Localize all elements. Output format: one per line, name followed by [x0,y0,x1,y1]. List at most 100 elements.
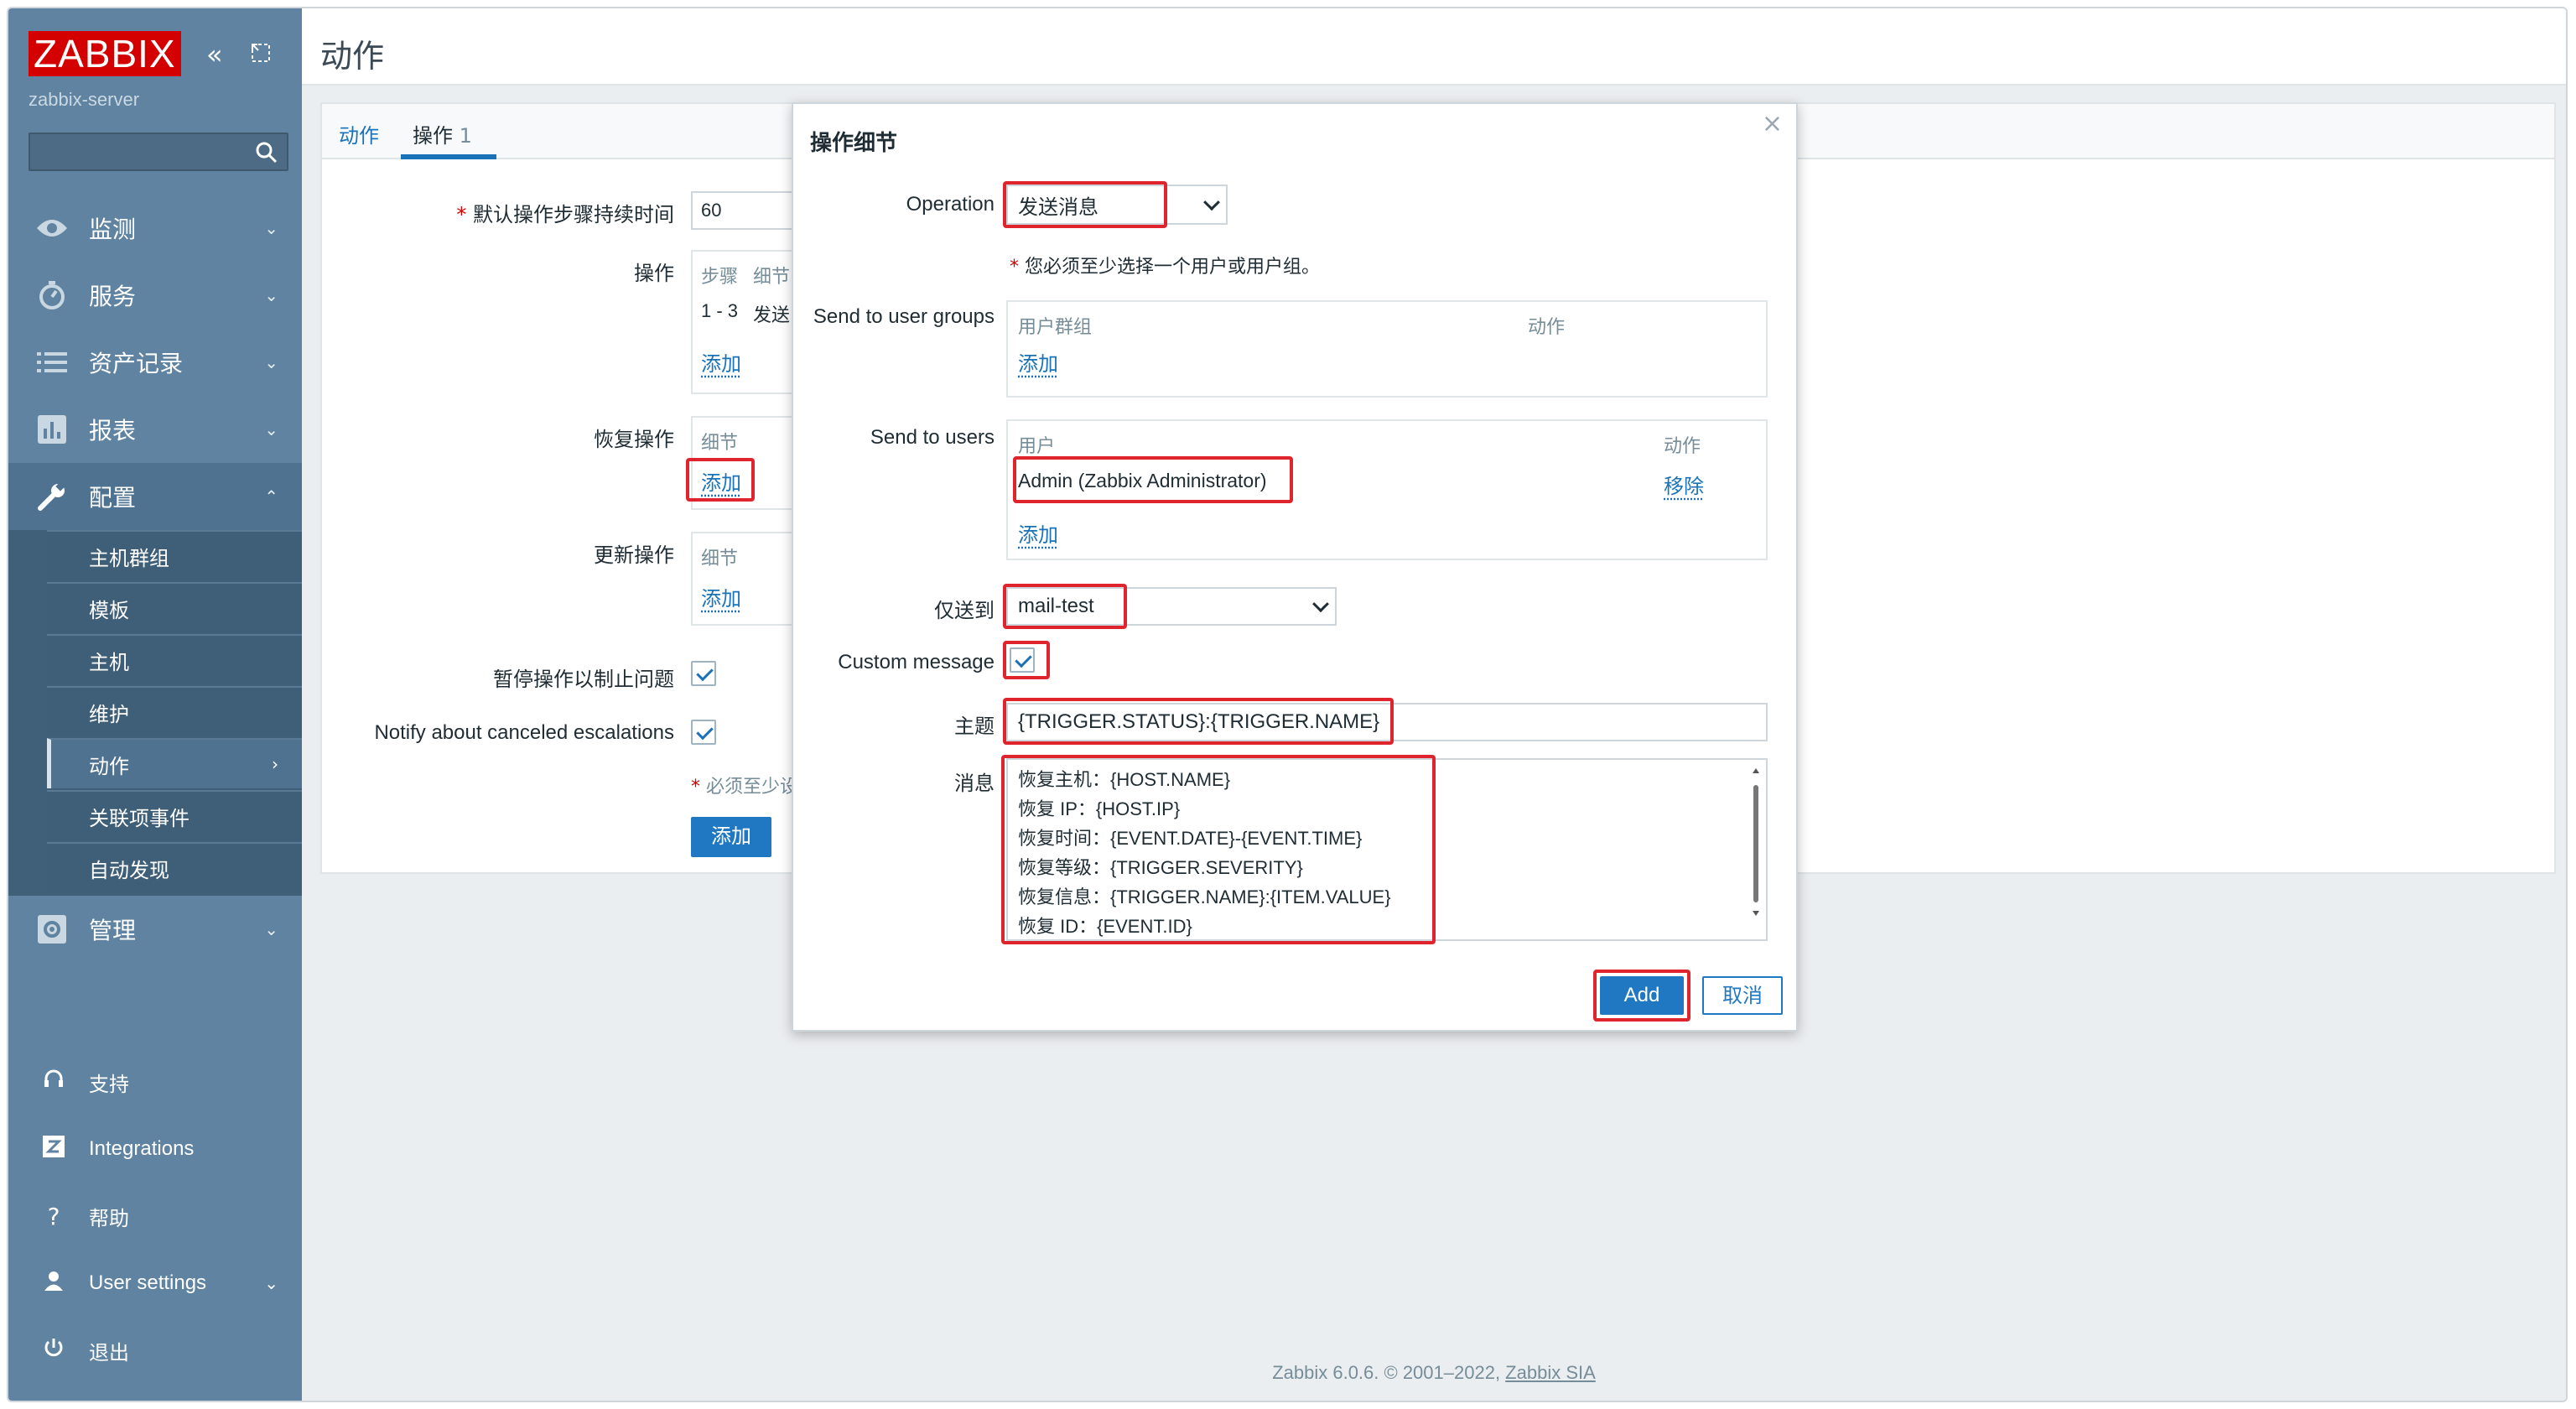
cancel-button[interactable]: 取消 [1702,976,1783,1015]
chevron-down-icon: ⌄ [264,419,278,439]
sidebar: ZABBIX « zabbix-server 监测 ⌄ 服务 ⌄ 资产记录 ⌄ [8,8,302,1401]
required-hint: * 您必须至少选择一个用户或用户组。 [1010,257,1321,278]
col-action: 动作 [1528,317,1566,338]
sidebar-item-administration[interactable]: 管理 ⌄ [8,896,302,963]
tab-operations[interactable]: 操作 1 [413,119,472,148]
close-icon[interactable]: × [1762,109,1783,138]
sidebar-item-services[interactable]: 服务 ⌄ [8,262,302,329]
sidebar-item-reports[interactable]: 报表 ⌄ [8,396,302,463]
operation-select[interactable]: 发送消息 [1006,185,1228,225]
sidebar-item-integrations[interactable]: Integrations [8,1115,302,1183]
sidebar-item-support[interactable]: 支持 [8,1048,302,1115]
sidebar-item-sign-out[interactable]: 退出 [8,1317,302,1384]
pause-checkbox[interactable] [691,661,716,686]
sidebar-item-event-correlation[interactable]: 关联项事件 [47,790,302,840]
sidebar-item-user-settings[interactable]: User settings ⌄ [8,1250,302,1317]
collapse-sidebar-icon[interactable]: « [206,39,223,70]
users-table: 用户 动作 Admin (Zabbix Administrator) 移除 添加 [1006,419,1768,560]
add-user-link[interactable]: 添加 [1018,518,1058,548]
pause-label: 暂停操作以制止问题 [493,668,674,691]
headset-icon [39,1068,69,1096]
search-icon[interactable] [255,141,278,169]
sidebar-item-inventory[interactable]: 资产记录 ⌄ [8,329,302,396]
dialog-title: 操作细节 [810,131,898,156]
operations-table: 步骤 细节 1 - 3 发送 添加 [691,250,808,394]
col-details: 细节 [753,267,791,288]
page-title: 动作 [320,38,385,75]
sidebar-item-configuration[interactable]: 配置 ⌃ [8,463,302,530]
custom-message-label: Custom message [838,651,995,673]
z-icon [39,1135,69,1163]
col-user-group: 用户群组 [1018,317,1093,338]
sidebar-item-templates[interactable]: 模板 [47,582,302,632]
zabbix-sia-link[interactable]: Zabbix SIA [1505,1362,1596,1383]
tab-action[interactable]: 动作 [339,119,379,148]
chevron-down-icon [1203,194,1220,211]
chevron-down-icon [1312,595,1329,613]
sidebar-item-hosts[interactable]: 主机 [47,634,302,684]
message-label: 消息 [954,772,995,795]
active-tab-indicator [401,154,496,159]
send-only-to-select[interactable]: mail-test [1006,587,1337,626]
clock-icon [35,278,69,312]
page-footer: Zabbix 6.0.6. © 2001–2022, Zabbix SIA [1272,1362,1596,1383]
user-name: Admin (Zabbix Administrator) [1018,470,1267,491]
operations-label: 操作 [634,262,674,285]
add-operation-link[interactable]: 添加 [701,347,741,377]
default-duration-input[interactable]: 60 [691,191,808,230]
send-to-users-label: Send to users [870,426,995,449]
chevron-down-icon: ⌄ [264,285,278,305]
chevron-up-icon: ⌃ [264,486,278,507]
notify-canceled-label: Notify about canceled escalations [374,721,674,744]
logo[interactable]: ZABBIX [29,29,181,79]
add-user-group-link[interactable]: 添加 [1018,347,1058,377]
update-operations-table: 细节 添加 [691,532,808,626]
custom-message-checkbox[interactable] [1010,647,1035,673]
chevron-down-icon: ⌄ [264,919,278,939]
notify-canceled-checkbox[interactable] [691,720,716,745]
add-recovery-operation-link[interactable]: 添加 [701,466,741,496]
col-user: 用户 [1018,436,1056,457]
send-to-groups-label: Send to user groups [813,305,995,328]
add-update-operation-link[interactable]: 添加 [701,582,741,611]
chevron-down-icon: ⌄ [264,352,278,372]
sidebar-item-help[interactable]: ? 帮助 [8,1183,302,1250]
update-operations-label: 更新操作 [594,543,674,567]
col-details: 细节 [701,433,739,454]
server-name: zabbix-server [29,89,140,110]
sidebar-search-input[interactable] [29,133,288,171]
chevron-right-icon: › [272,754,278,774]
subject-input[interactable]: {TRIGGER.STATUS}:{TRIGGER.NAME} [1006,703,1768,741]
col-details: 细节 [701,549,739,569]
operation-details-dialog: 操作细节 × Operation 发送消息 * 您必须至少选择一个用户或用户组。… [792,102,1798,1032]
textarea-scrollbar[interactable] [1751,767,1761,934]
recovery-operations-table: 细节 添加 [691,416,808,510]
send-only-to-label: 仅送到 [934,600,995,622]
chart-icon [35,413,69,446]
user-icon [39,1270,69,1297]
default-duration-label: * 默认操作步骤持续时间 [456,203,674,226]
sidebar-item-actions[interactable]: 动作 › [47,738,302,788]
col-action: 动作 [1664,436,1701,457]
page-header [302,8,2566,86]
op-row-steps: 1 - 3 [701,300,739,321]
chevron-down-icon: ⌄ [264,1273,278,1293]
sidebar-item-discovery[interactable]: 自动发现 [47,842,302,892]
sidebar-item-monitoring[interactable]: 监测 ⌄ [8,195,302,262]
add-operation-button[interactable]: Add [1600,976,1684,1015]
eye-icon [35,211,69,245]
remove-user-link[interactable]: 移除 [1664,470,1704,499]
operation-label: Operation [906,193,995,216]
message-textarea[interactable]: 恢复主机：{HOST.NAME} 恢复 IP：{HOST.IP} 恢复时间：{E… [1006,758,1768,941]
question-icon: ? [47,1202,60,1230]
add-action-button[interactable]: 添加 [691,817,771,857]
list-icon [35,346,69,379]
sidebar-item-host-groups[interactable]: 主机群组 [47,530,302,580]
power-icon [39,1337,69,1365]
sidebar-item-maintenance[interactable]: 维护 [47,686,302,736]
required-note: * 必须至少设 [691,777,799,798]
browser-frame: 动作 ZABBIX « zabbix-server 监测 ⌄ 服务 ⌄ 资产记录 [7,7,2568,1402]
op-row-detail: 发送 [753,305,791,326]
zabbix-logo: ZABBIX [29,31,181,76]
kiosk-mode-icon[interactable] [250,42,272,70]
